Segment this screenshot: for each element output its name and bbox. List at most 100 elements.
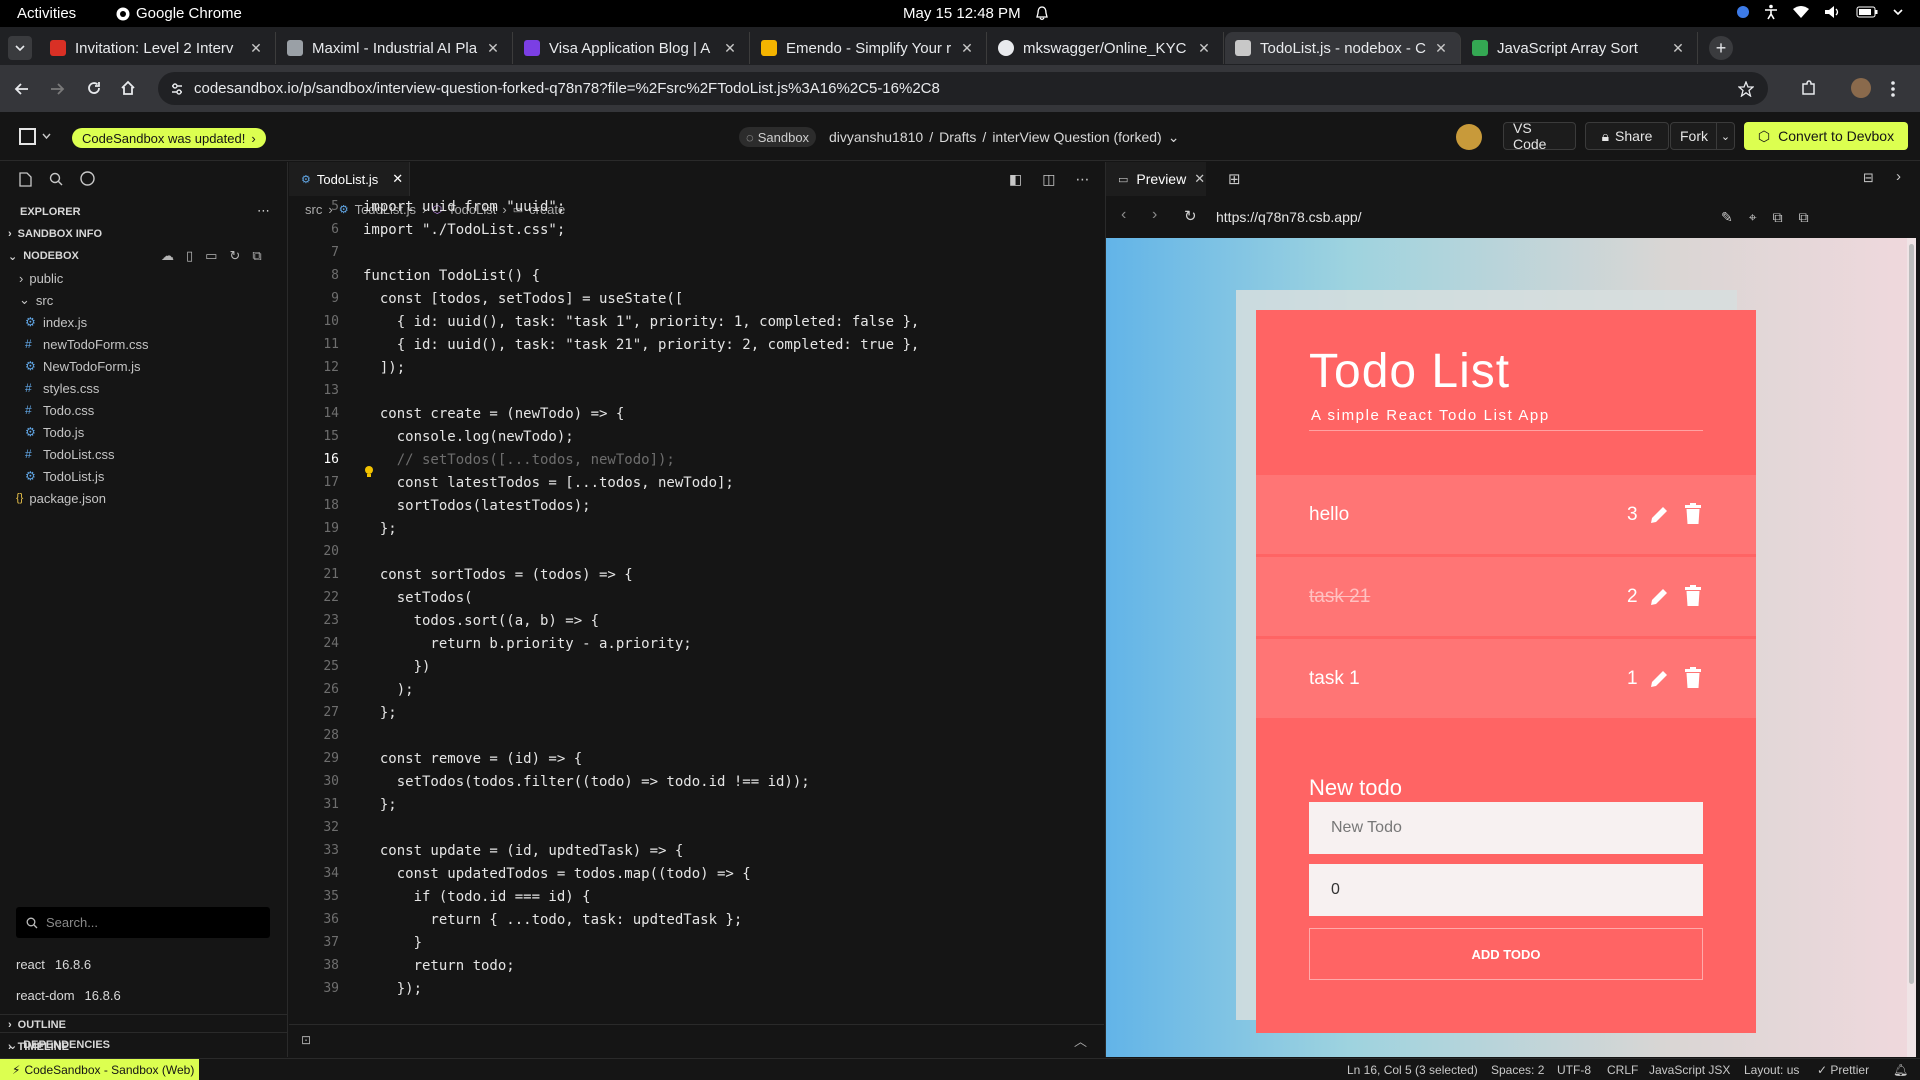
- close-tab-icon[interactable]: ✕: [247, 40, 265, 57]
- file-item[interactable]: # newTodoForm.css: [25, 333, 148, 355]
- toggle-panel-icon[interactable]: ◧: [1009, 171, 1022, 188]
- bell-icon[interactable]: 🔔︎: [1893, 1063, 1908, 1077]
- file-item[interactable]: # styles.css: [25, 377, 99, 399]
- search-icon[interactable]: [49, 172, 63, 186]
- profile-avatar[interactable]: [1851, 78, 1871, 98]
- add-tab-icon[interactable]: ⊞: [1228, 170, 1241, 188]
- code-line[interactable]: const create = (newTodo) => {: [363, 406, 624, 422]
- browser-tab[interactable]: Emendo - Simplify Your r ✕: [751, 32, 987, 64]
- code-line[interactable]: }: [363, 935, 422, 951]
- code-line[interactable]: const remove = (id) => {: [363, 751, 582, 767]
- update-notice-pill[interactable]: CodeSandbox was updated! ›: [72, 128, 266, 148]
- new-file-icon[interactable]: ▯: [186, 248, 193, 264]
- todo-task[interactable]: task 21: [1309, 586, 1370, 608]
- convert-to-devbox-button[interactable]: ⬡ Convert to Devbox: [1744, 122, 1908, 150]
- file-item[interactable]: ⚙ index.js: [25, 311, 87, 333]
- code-line[interactable]: { id: uuid(), task: "task 21", priority:…: [363, 337, 920, 353]
- browser-tab[interactable]: Maximl - Industrial AI Pla ✕: [277, 32, 513, 64]
- cursor-position[interactable]: Ln 16, Col 5 (3 selected): [1347, 1063, 1478, 1077]
- code-line[interactable]: import uuid from "uuid";: [363, 199, 565, 215]
- todo-item[interactable]: task 21 2: [1256, 557, 1756, 636]
- code-line[interactable]: return todo;: [363, 958, 515, 974]
- code-line[interactable]: if (todo.id === id) {: [363, 889, 591, 905]
- chevron-right-icon[interactable]: ›: [1896, 168, 1901, 185]
- todo-task[interactable]: task 1: [1309, 668, 1360, 690]
- file-item[interactable]: # Todo.css: [25, 399, 94, 421]
- line-ending[interactable]: CRLF: [1607, 1063, 1638, 1077]
- section-outline[interactable]: › OUTLINE: [8, 1014, 66, 1036]
- pencil-icon[interactable]: [1649, 587, 1669, 607]
- popout-icon[interactable]: ⧉: [1799, 209, 1809, 226]
- code-line[interactable]: sortTodos(latestTodos);: [363, 498, 591, 514]
- todo-item[interactable]: task 1 1: [1256, 639, 1756, 718]
- keyboard-layout[interactable]: Layout: us: [1744, 1063, 1799, 1077]
- code-line[interactable]: const updatedTodos = todos.map((todo) =>…: [363, 866, 751, 882]
- cloud-upload-icon[interactable]: ☁: [161, 248, 174, 264]
- new-folder-icon[interactable]: ▭: [205, 248, 217, 264]
- browser-tab[interactable]: JavaScript Array Sort ✕: [1462, 32, 1698, 64]
- close-tab-icon[interactable]: ✕: [1432, 40, 1450, 57]
- trash-icon[interactable]: [1684, 585, 1702, 607]
- tab-search-button[interactable]: [8, 36, 32, 60]
- user-avatar[interactable]: [1456, 124, 1482, 150]
- scrollbar-thumb[interactable]: [1909, 244, 1914, 984]
- chevron-down-icon[interactable]: ⌄: [1168, 129, 1180, 146]
- crosshair-icon[interactable]: ⌖: [1749, 209, 1757, 226]
- folder-public[interactable]: › public: [19, 267, 63, 289]
- system-tray[interactable]: [1736, 4, 1904, 20]
- chevron-down-icon[interactable]: [42, 133, 51, 140]
- magic-wand-icon[interactable]: ✎: [1721, 209, 1733, 226]
- more-horizontal-icon[interactable]: ⋯: [1075, 171, 1089, 188]
- forward-arrow-icon[interactable]: [49, 81, 65, 97]
- open-external-icon[interactable]: ⧉: [1773, 209, 1783, 226]
- code-line[interactable]: const latestTodos = [...todos, newTodo];: [363, 475, 734, 491]
- split-layout-icon[interactable]: ⊟: [1863, 170, 1874, 186]
- terminal-icon[interactable]: ⊡: [301, 1033, 311, 1047]
- code-line[interactable]: { id: uuid(), task: "task 1", priority: …: [363, 314, 920, 330]
- sandbox-path[interactable]: divyanshu1810 / Drafts / interView Quest…: [829, 129, 1179, 146]
- close-tab-icon[interactable]: ✕: [1669, 40, 1687, 57]
- code-line[interactable]: };: [363, 521, 397, 537]
- path-user[interactable]: divyanshu1810: [829, 129, 923, 146]
- file-item[interactable]: ⚙ TodoList.js: [25, 465, 104, 487]
- code-line[interactable]: return { ...todo, task: updtedTask };: [363, 912, 742, 928]
- extensions-icon[interactable]: [1800, 80, 1817, 97]
- file-item[interactable]: {} package.json: [16, 487, 106, 509]
- reload-icon[interactable]: [86, 80, 102, 96]
- browser-tab[interactable]: Invitation: Level 2 Interv ✕: [40, 32, 276, 64]
- site-info-icon[interactable]: [170, 82, 184, 96]
- new-tab-button[interactable]: +: [1709, 36, 1733, 60]
- prettier-status[interactable]: ✓ Prettier: [1817, 1063, 1869, 1077]
- lightbulb-icon[interactable]: [364, 465, 374, 478]
- close-tab-icon[interactable]: ✕: [484, 40, 502, 57]
- clock[interactable]: May 15 12:48 PM: [903, 5, 1021, 22]
- code-line[interactable]: function TodoList() {: [363, 268, 540, 284]
- new-todo-input[interactable]: New Todo: [1309, 802, 1703, 854]
- path-sandbox-name[interactable]: interView Question (forked): [992, 129, 1161, 146]
- code-line[interactable]: const [todos, setTodos] = useState([: [363, 291, 683, 307]
- code-line[interactable]: }): [363, 659, 431, 675]
- language-mode[interactable]: JavaScript JSX: [1649, 1063, 1730, 1077]
- code-line[interactable]: return b.priority - a.priority;: [363, 636, 691, 652]
- code-line[interactable]: import "./TodoList.css";: [363, 222, 565, 238]
- file-icon[interactable]: [19, 172, 32, 187]
- close-tab-icon[interactable]: ✕: [1195, 40, 1213, 57]
- vscode-button[interactable]: VS Code: [1503, 120, 1576, 152]
- preview-url[interactable]: https://q78n78.csb.app/: [1216, 209, 1362, 225]
- code-line[interactable]: });: [363, 981, 422, 997]
- app-menu[interactable]: Google Chrome: [116, 5, 242, 22]
- address-bar[interactable]: codesandbox.io/p/sandbox/interview-quest…: [158, 72, 1768, 105]
- code-line[interactable]: const sortTodos = (todos) => {: [363, 567, 633, 583]
- fork-button[interactable]: Fork ⌄: [1670, 122, 1735, 150]
- section-sandbox-info[interactable]: › SANDBOX INFO: [8, 223, 102, 245]
- todo-task[interactable]: hello: [1309, 504, 1349, 526]
- back-arrow-icon[interactable]: [14, 81, 30, 97]
- dependency-search-input[interactable]: Search...: [16, 907, 270, 938]
- refresh-icon[interactable]: ↻: [229, 248, 240, 264]
- home-icon[interactable]: [120, 80, 136, 96]
- file-item[interactable]: ⚙ Todo.js: [25, 421, 84, 443]
- more-horizontal-icon[interactable]: ⋯: [257, 203, 270, 219]
- path-folder[interactable]: Drafts: [939, 129, 976, 146]
- code-line[interactable]: ]);: [363, 360, 405, 376]
- trash-icon[interactable]: [1684, 667, 1702, 689]
